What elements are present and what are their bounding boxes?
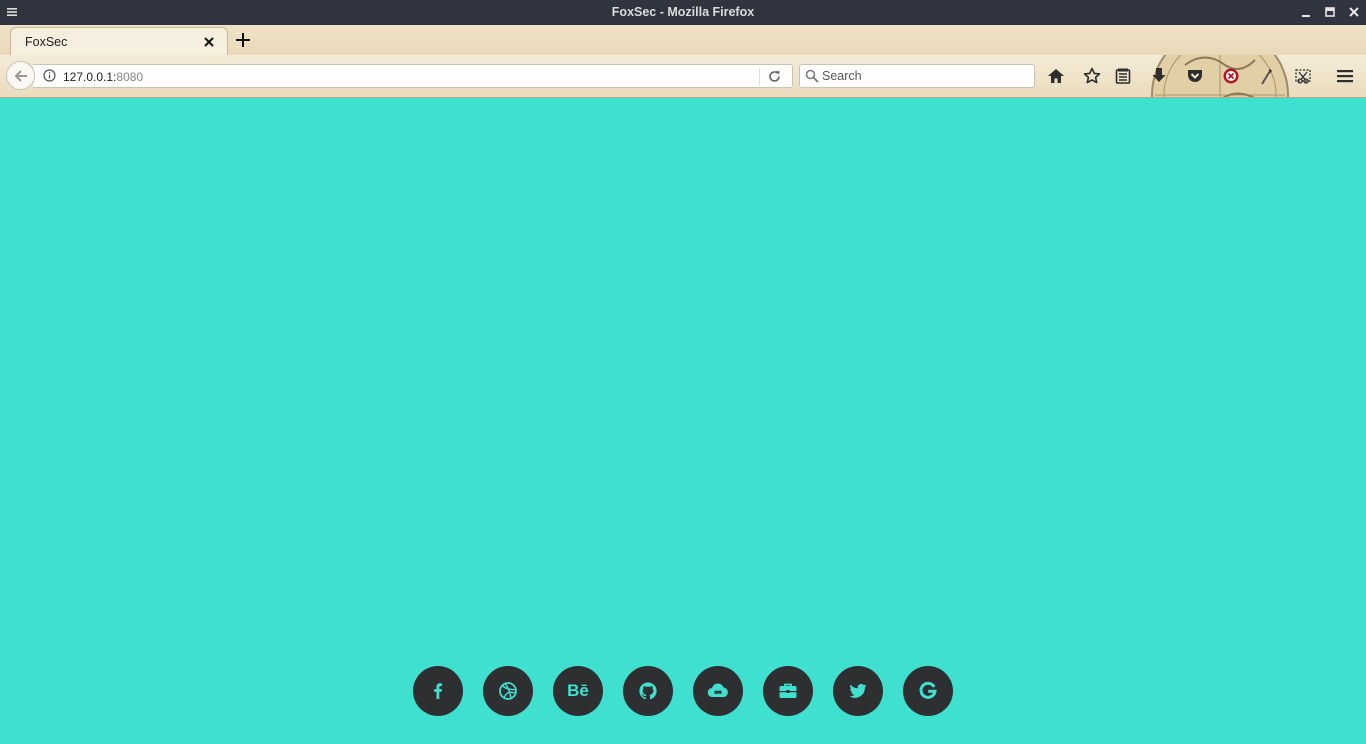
twitter-button[interactable]: [833, 666, 883, 716]
search-icon: [805, 69, 819, 83]
wand-icon[interactable]: [1257, 66, 1277, 86]
dribbble-icon: [499, 682, 517, 700]
facebook-button[interactable]: [413, 666, 463, 716]
cloud-button[interactable]: [693, 666, 743, 716]
url-port: 8080: [116, 70, 144, 84]
tab-label: FoxSec: [25, 35, 68, 49]
tab-foxsec[interactable]: FoxSec: [10, 27, 228, 55]
reload-icon[interactable]: [766, 68, 783, 85]
screenshot-icon[interactable]: [1293, 66, 1313, 86]
close-tab-icon[interactable]: [203, 36, 215, 48]
behance-icon: Bē: [567, 681, 589, 700]
site-info-icon[interactable]: [43, 69, 56, 82]
search-input[interactable]: [822, 68, 1022, 84]
ublock-icon[interactable]: [1221, 66, 1241, 86]
window-title: FoxSec - Mozilla Firefox: [611, 5, 755, 19]
dribbble-button[interactable]: [483, 666, 533, 716]
google-button[interactable]: [903, 666, 953, 716]
window-titlebar: FoxSec - Mozilla Firefox: [0, 0, 1366, 25]
navigation-toolbar: 127.0.0.1:8080: [0, 55, 1366, 98]
github-icon: [639, 682, 657, 700]
url-bar[interactable]: 127.0.0.1:8080: [33, 64, 793, 88]
facebook-icon: [434, 683, 443, 699]
portfolio-button[interactable]: [763, 666, 813, 716]
home-icon[interactable]: [1046, 66, 1066, 86]
url-text[interactable]: 127.0.0.1:8080: [63, 70, 143, 84]
back-button[interactable]: [6, 61, 35, 90]
download-icon[interactable]: [1149, 66, 1169, 86]
twitter-icon: [849, 683, 867, 698]
page-content: [0, 98, 1366, 744]
briefcase-icon: [779, 683, 797, 698]
url-host: 127.0.0.1:: [63, 70, 117, 84]
behance-button[interactable]: Bē: [553, 666, 603, 716]
bookmark-star-icon[interactable]: [1082, 66, 1102, 86]
hamburger-menu-icon[interactable]: [1335, 66, 1355, 86]
cloud-icon: [707, 683, 728, 698]
search-bar[interactable]: [799, 64, 1035, 88]
new-tab-icon[interactable]: [233, 28, 253, 52]
github-button[interactable]: [623, 666, 673, 716]
reading-list-icon[interactable]: [1113, 66, 1133, 86]
pocket-icon[interactable]: [1185, 66, 1205, 86]
url-separator: [759, 68, 760, 85]
back-arrow-icon: [14, 70, 27, 82]
social-links: Bē: [413, 666, 953, 716]
maximize-icon[interactable]: [1322, 4, 1338, 20]
minimize-icon[interactable]: [1298, 4, 1314, 20]
tab-strip: FoxSec: [0, 25, 1366, 56]
close-window-icon[interactable]: [1346, 4, 1362, 20]
google-icon: [919, 681, 937, 699]
